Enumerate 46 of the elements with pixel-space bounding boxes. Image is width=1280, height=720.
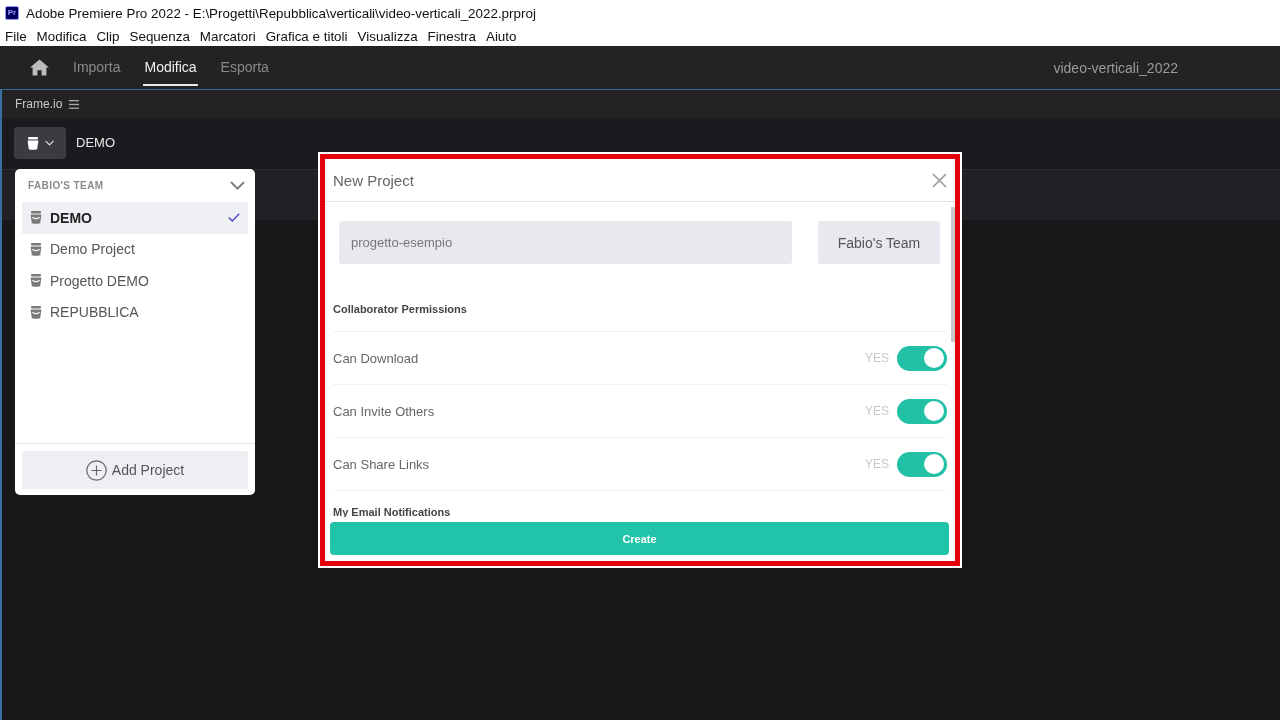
project-title: video-verticali_2022 [1053,59,1178,76]
team-name: FABIO'S TEAM [28,180,105,191]
menu-item[interactable]: Modifica [31,28,92,44]
project-name: DEMO [76,134,115,152]
project-item[interactable]: DEMO [22,202,248,234]
chevron-down-icon[interactable] [230,181,245,190]
menu-item[interactable]: Clip [91,28,125,44]
menu-item[interactable]: Aiuto [480,28,522,44]
add-project-button[interactable]: Add Project [22,451,248,489]
bucket-icon [30,274,42,288]
chevron-down-icon [44,140,54,146]
menu-item[interactable]: Finestra [422,28,481,44]
project-menu-button[interactable] [14,127,66,159]
close-icon[interactable] [932,172,947,188]
menu-item[interactable]: Visualizza [352,28,423,44]
app-logo: Pr [5,6,19,20]
menu-icon[interactable] [69,99,80,109]
scrollbar[interactable] [951,207,955,342]
bucket-icon [26,136,39,150]
team-selector[interactable]: Fabio's Team [818,221,940,264]
toggle-switch[interactable] [897,451,947,477]
bucket-icon [30,242,42,256]
project-name-field[interactable]: progetto-esempio [339,221,792,264]
dialog-title: New Project [333,171,415,189]
panel-title: Frame.io [15,97,63,111]
home-icon[interactable] [30,59,49,76]
workspace-tab[interactable]: Importa [61,46,133,89]
section-heading: Collaborator Permissions [333,302,468,317]
check-icon [228,213,240,223]
project-item[interactable]: Demo Project [22,233,248,265]
permission-label: Can Share Links [333,456,430,472]
permission-label: Can Invite Others [333,403,435,419]
window-title: Adobe Premiere Pro 2022 - E:\Progetti\Repubblica\verticali\video-verticali_2022.prproj [26,5,536,21]
bucket-icon [30,211,42,225]
plus-circle-icon [85,459,107,481]
workspace-tab[interactable]: Esporta [208,46,281,89]
permission-label: Can Download [333,350,419,366]
menu-item[interactable]: Marcatori [194,28,261,44]
toggle-switch[interactable] [897,398,947,424]
toggle-switch[interactable] [897,345,947,371]
menu-item[interactable]: Sequenza [124,28,195,44]
project-item[interactable]: REPUBBLICA [22,296,248,328]
menu-item[interactable]: Grafica e titoli [260,28,353,44]
project-item[interactable]: Progetto DEMO [22,265,248,297]
bucket-icon [30,305,42,319]
menu-item[interactable]: File [0,28,32,44]
